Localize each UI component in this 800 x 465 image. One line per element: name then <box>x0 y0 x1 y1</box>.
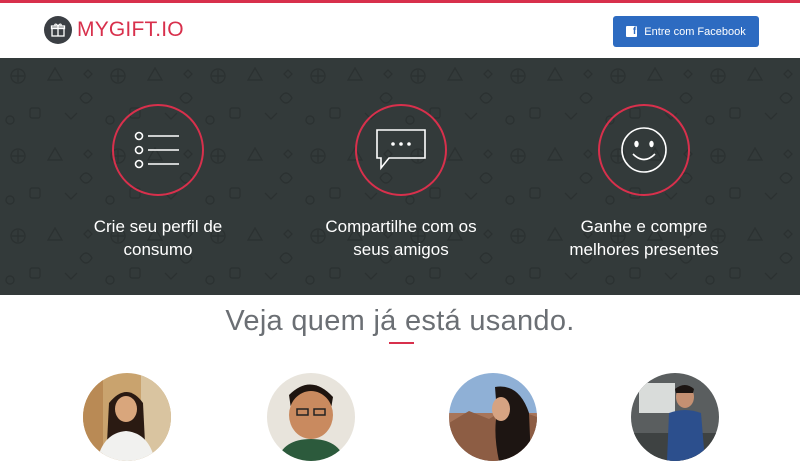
chat-bubble-icon <box>355 104 447 196</box>
title-underline <box>389 342 414 344</box>
facebook-icon: f <box>626 26 638 37</box>
facebook-login-button[interactable]: f Entre com Facebook <box>613 16 759 47</box>
feature-create-profile: Crie seu perfil de consumo <box>23 58 293 295</box>
feature-share-friends-text: Compartilhe com os seus amigos <box>325 217 477 259</box>
facebook-login-label: Entre com Facebook <box>644 25 746 38</box>
user-avatar-4[interactable] <box>631 373 719 461</box>
gift-icon <box>44 16 72 44</box>
features-hero: Crie seu perfil de consumo Compartilhe c… <box>0 58 800 295</box>
user-avatar-2[interactable] <box>267 373 355 461</box>
brand-tld: .IO <box>155 18 184 41</box>
feature-create-profile-text: Crie seu perfil de consumo <box>93 217 223 259</box>
feature-share-friends: Compartilhe com os seus amigos <box>266 58 536 295</box>
list-icon <box>112 104 204 196</box>
brand-name: MYGIFT.IO <box>77 16 184 44</box>
smiley-face-icon <box>598 104 690 196</box>
user-avatar-3[interactable] <box>449 373 537 461</box>
site-header: MYGIFT.IO f Entre com Facebook <box>0 3 800 58</box>
feature-better-gifts: Ganhe e compre melhores presentes <box>509 58 779 295</box>
brand-main: MYGIFT <box>77 18 156 41</box>
logo[interactable]: MYGIFT.IO <box>44 16 184 44</box>
users-section-title: Veja quem já está usando. <box>225 305 575 337</box>
feature-better-gifts-text: Ganhe e compre melhores presentes <box>569 217 719 259</box>
user-avatar-1[interactable] <box>83 373 171 461</box>
